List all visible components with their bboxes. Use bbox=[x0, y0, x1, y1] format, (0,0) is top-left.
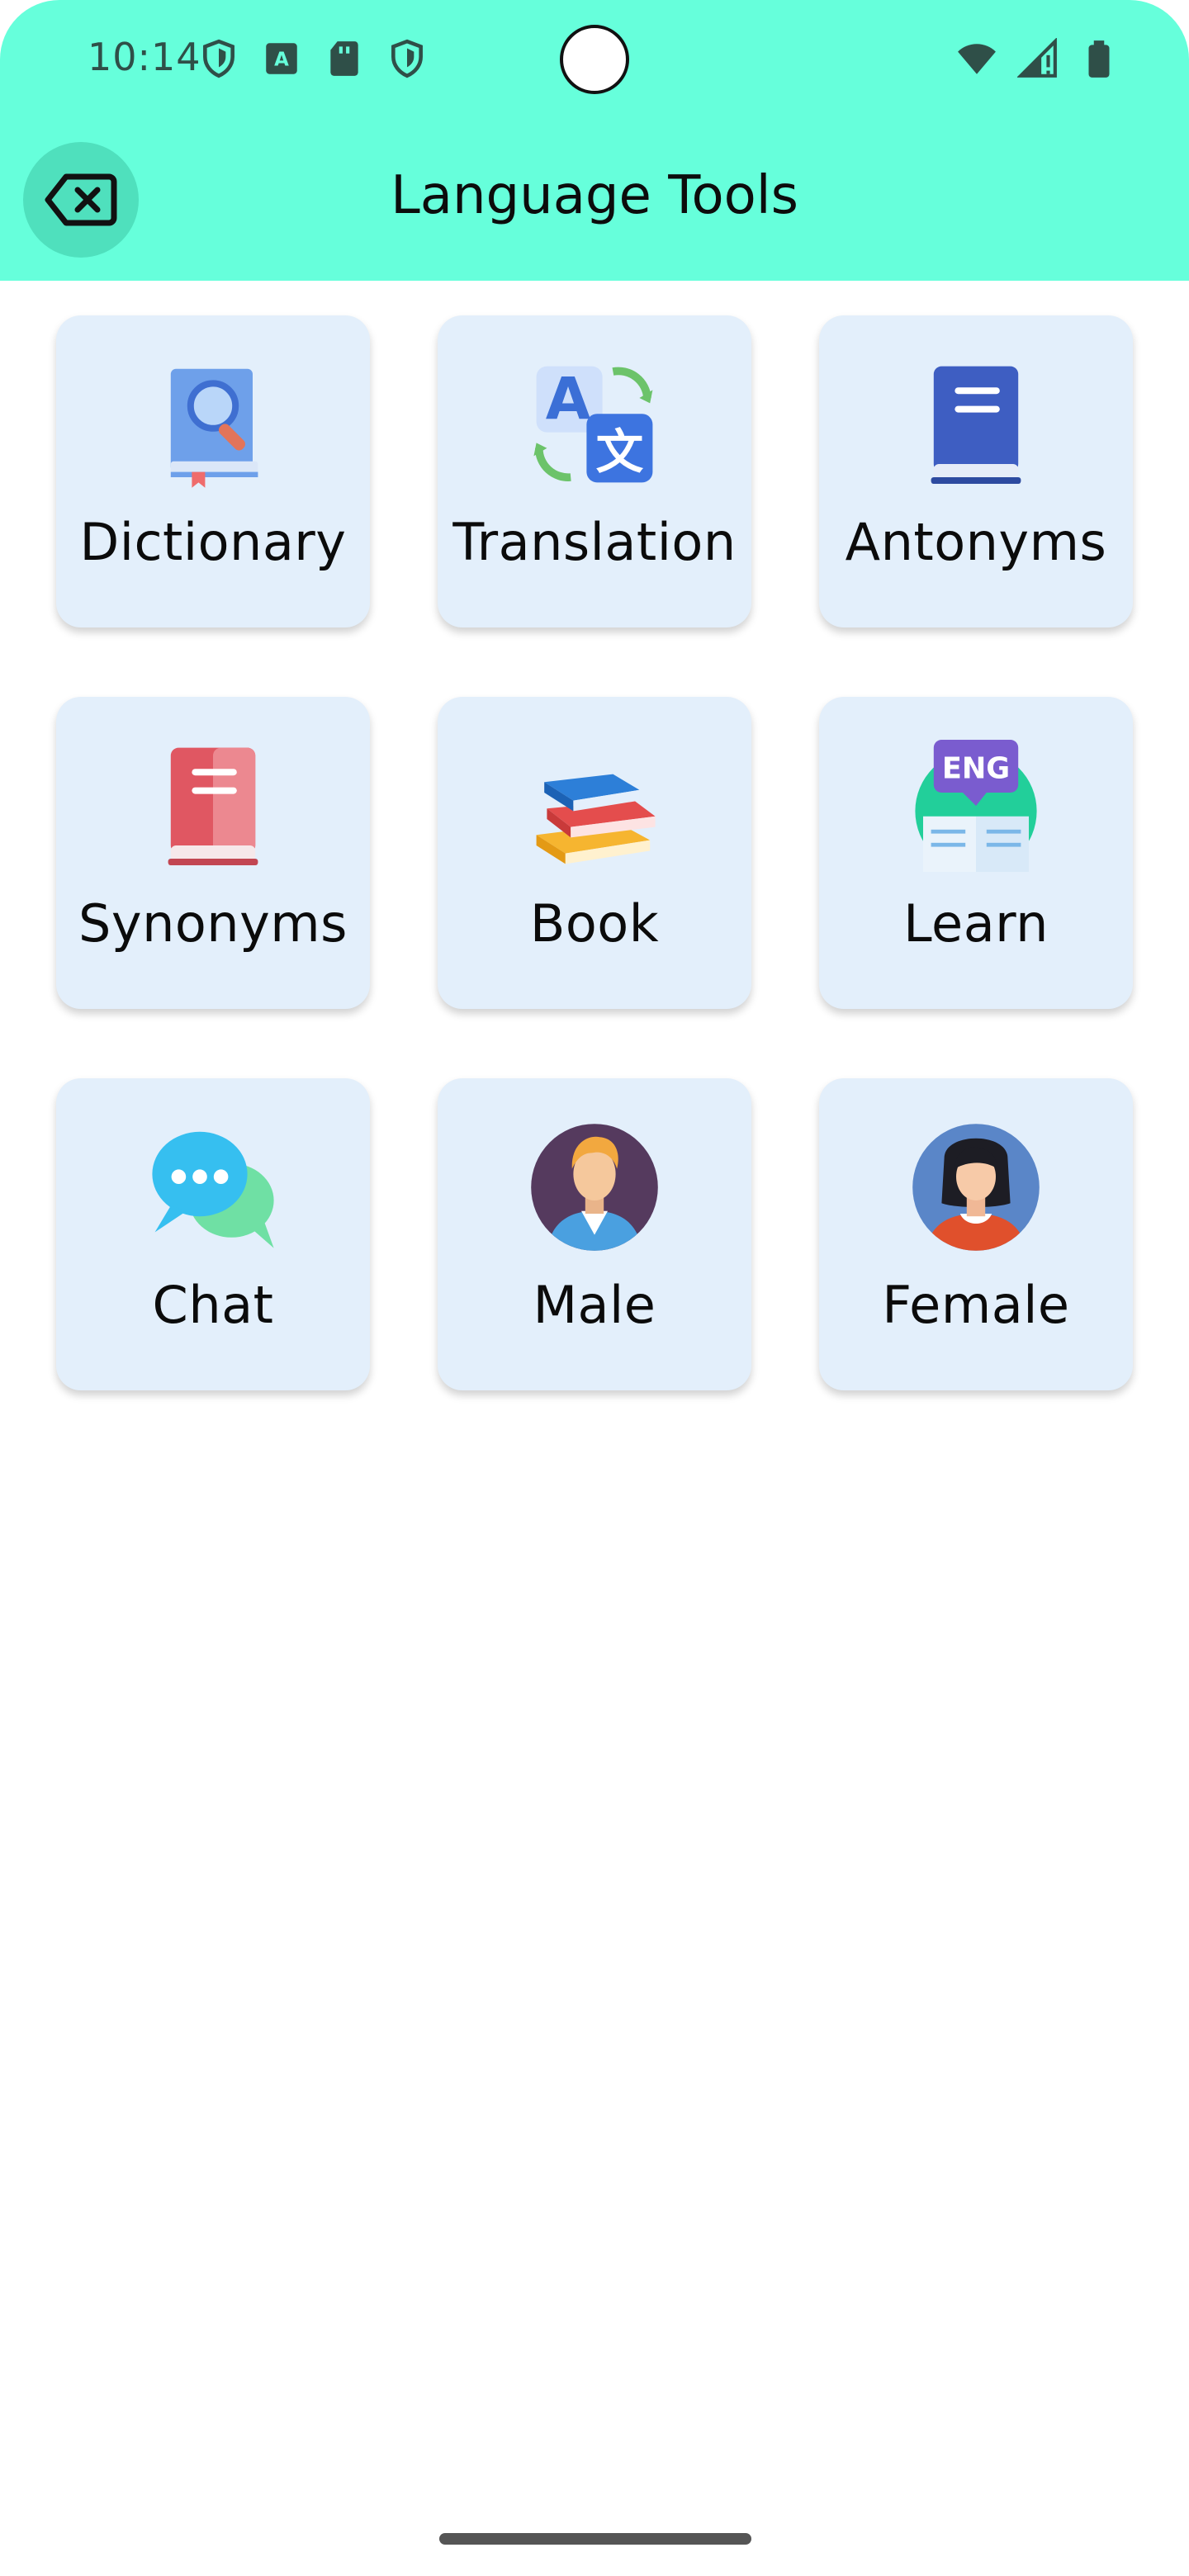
home-indicator[interactable] bbox=[439, 2533, 751, 2545]
tool-label: Antonyms bbox=[845, 512, 1107, 572]
tool-label: Male bbox=[533, 1275, 656, 1335]
translate-icon: A 文 bbox=[533, 366, 653, 483]
dictionary-book-icon bbox=[170, 368, 258, 488]
tool-card-antonyms[interactable]: Antonyms bbox=[819, 315, 1133, 627]
red-book-icon bbox=[168, 747, 258, 865]
sd-card-icon bbox=[330, 41, 358, 76]
text-a-icon: A bbox=[266, 43, 297, 74]
status-icons-right bbox=[956, 38, 1120, 79]
chat-bubbles-icon bbox=[152, 1131, 274, 1248]
tool-card-book[interactable]: Book bbox=[438, 697, 751, 1009]
tool-card-learn[interactable]: ENG Learn bbox=[819, 697, 1133, 1009]
tool-card-translation[interactable]: A 文 Translation bbox=[438, 315, 751, 627]
svg-text:ENG: ENG bbox=[942, 751, 1010, 785]
status-icons-left: A bbox=[198, 38, 428, 79]
tool-card-synonyms[interactable]: Synonyms bbox=[56, 697, 370, 1009]
tool-card-dictionary[interactable]: Dictionary bbox=[56, 315, 370, 627]
tool-label: Book bbox=[529, 893, 660, 954]
svg-text:文: 文 bbox=[596, 424, 644, 480]
tool-label: Synonyms bbox=[78, 893, 348, 954]
signal-icon bbox=[1017, 38, 1057, 78]
tool-label: Learn bbox=[903, 893, 1049, 954]
tool-label: Female bbox=[882, 1275, 1070, 1335]
male-avatar-icon bbox=[531, 1124, 658, 1251]
app-header: 10:14 A Language Tools bbox=[0, 0, 1189, 281]
camera-cutout bbox=[560, 25, 629, 94]
svg-text:A: A bbox=[274, 49, 289, 70]
status-time: 10:14 bbox=[88, 35, 201, 79]
female-avatar-icon bbox=[912, 1124, 1040, 1251]
blue-book-icon bbox=[931, 366, 1021, 484]
page-title: Language Tools bbox=[391, 165, 798, 226]
tool-label: Chat bbox=[152, 1275, 274, 1335]
tool-label: Dictionary bbox=[79, 512, 347, 572]
tool-label: Translation bbox=[452, 512, 737, 572]
shield-icon bbox=[203, 39, 234, 78]
tool-card-male[interactable]: Male bbox=[438, 1078, 751, 1390]
wifi-icon bbox=[958, 44, 996, 74]
eng-learn-icon: ENG bbox=[915, 740, 1037, 872]
tool-card-female[interactable]: Female bbox=[819, 1078, 1133, 1390]
battery-icon bbox=[1088, 40, 1110, 78]
svg-text:A: A bbox=[546, 366, 591, 433]
tool-card-chat[interactable]: Chat bbox=[56, 1078, 370, 1390]
shield-icon bbox=[391, 39, 423, 78]
book-stack-icon bbox=[536, 774, 656, 864]
